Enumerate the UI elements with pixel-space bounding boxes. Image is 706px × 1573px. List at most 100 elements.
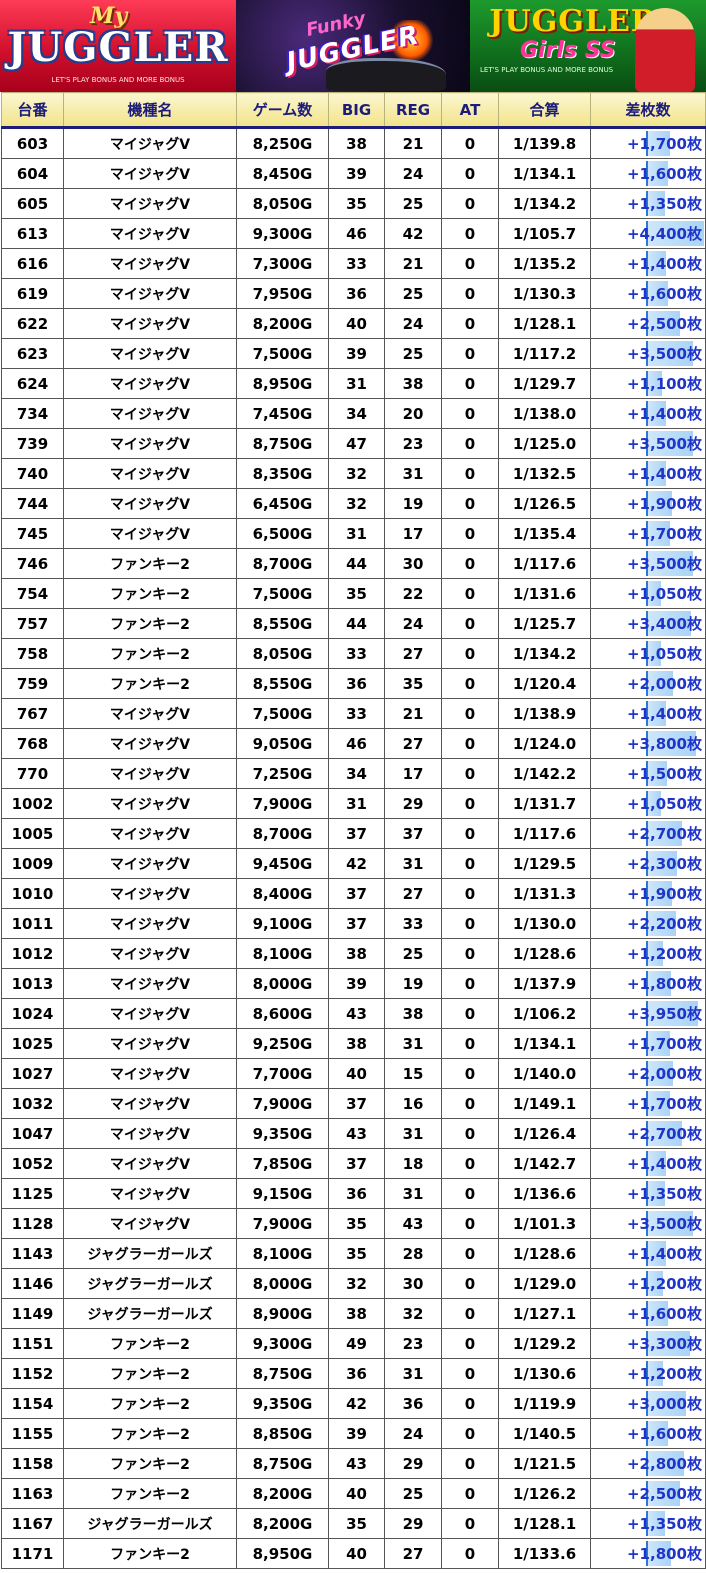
diff-value: +2,700枚 xyxy=(626,1125,702,1143)
cell-at: 0 xyxy=(441,1328,499,1359)
cell-machine-name: ファンキー2 xyxy=(63,1358,237,1389)
cell-total: 1/131.6 xyxy=(498,578,591,609)
cell-reg: 38 xyxy=(384,998,442,1029)
cell-machine-no: 1012 xyxy=(1,938,64,969)
cell-machine-name: ジャグラーガールズ xyxy=(63,1298,237,1329)
cell-games: 9,100G xyxy=(236,908,329,939)
cell-machine-name: ファンキー2 xyxy=(63,1478,237,1509)
cell-games: 8,700G xyxy=(236,818,329,849)
table-row: 622 マイジャグV 8,200G 40 24 0 1/128.1 +2,500枚 xyxy=(1,308,706,339)
cell-total: 1/126.4 xyxy=(498,1118,591,1149)
cell-machine-no: 754 xyxy=(1,578,64,609)
table-row: 1163 ファンキー2 8,200G 40 25 0 1/126.2 +2,500枚 xyxy=(1,1478,706,1509)
cell-reg: 27 xyxy=(384,878,442,909)
cell-total: 1/126.5 xyxy=(498,488,591,519)
cell-big: 40 xyxy=(328,308,385,339)
cell-total: 1/127.1 xyxy=(498,1298,591,1329)
cell-reg: 30 xyxy=(384,548,442,579)
cell-games: 8,000G xyxy=(236,968,329,999)
cell-total: 1/128.1 xyxy=(498,1508,591,1539)
table-row: 767 マイジャグV 7,500G 33 21 0 1/138.9 +1,400枚 xyxy=(1,698,706,729)
cell-machine-name: マイジャグV xyxy=(63,218,237,249)
table-row: 1143 ジャグラーガールズ 8,100G 35 28 0 1/128.6 +1,400枚 xyxy=(1,1238,706,1269)
cell-diff: +1,050枚 xyxy=(590,788,706,819)
cell-diff: +2,200枚 xyxy=(590,908,706,939)
cell-machine-name: マイジャグV xyxy=(63,488,237,519)
table-row: 1155 ファンキー2 8,850G 39 24 0 1/140.5 +1,600枚 xyxy=(1,1418,706,1449)
cell-big: 36 xyxy=(328,1178,385,1209)
cell-at: 0 xyxy=(441,1448,499,1479)
cell-at: 0 xyxy=(441,1388,499,1419)
cell-games: 8,750G xyxy=(236,1448,329,1479)
cell-big: 32 xyxy=(328,458,385,489)
cell-games: 6,450G xyxy=(236,488,329,519)
cell-machine-no: 1158 xyxy=(1,1448,64,1479)
cell-machine-no: 1032 xyxy=(1,1088,64,1119)
cell-at: 0 xyxy=(441,548,499,579)
cell-big: 35 xyxy=(328,188,385,219)
cell-machine-name: マイジャグV xyxy=(63,1058,237,1089)
cell-games: 8,350G xyxy=(236,458,329,489)
cell-machine-name: マイジャグV xyxy=(63,878,237,909)
cell-total: 1/129.0 xyxy=(498,1268,591,1299)
cell-diff: +2,800枚 xyxy=(590,1448,706,1479)
cell-diff: +1,600枚 xyxy=(590,1298,706,1329)
cell-reg: 35 xyxy=(384,668,442,699)
diff-value: +2,500枚 xyxy=(626,315,702,333)
diff-value: +3,500枚 xyxy=(626,555,702,573)
cell-reg: 30 xyxy=(384,1268,442,1299)
cell-big: 44 xyxy=(328,548,385,579)
cell-machine-name: ファンキー2 xyxy=(63,1418,237,1449)
cell-at: 0 xyxy=(441,1478,499,1509)
diff-value: +1,600枚 xyxy=(626,285,702,303)
cell-at: 0 xyxy=(441,1538,499,1569)
cell-machine-no: 1047 xyxy=(1,1118,64,1149)
cell-machine-name: マイジャグV xyxy=(63,398,237,429)
cell-machine-name: マイジャグV xyxy=(63,818,237,849)
cell-machine-no: 1027 xyxy=(1,1058,64,1089)
my-juggler-logo-title: JUGGLER xyxy=(7,24,229,71)
cell-at: 0 xyxy=(441,1208,499,1239)
cell-big: 42 xyxy=(328,1388,385,1419)
cell-games: 6,500G xyxy=(236,518,329,549)
cell-diff: +1,400枚 xyxy=(590,398,706,429)
cell-machine-no: 1167 xyxy=(1,1508,64,1539)
cell-total: 1/117.6 xyxy=(498,818,591,849)
cell-at: 0 xyxy=(441,398,499,429)
diff-value: +1,800枚 xyxy=(626,975,702,993)
diff-value: +1,700枚 xyxy=(626,525,702,543)
cell-diff: +1,400枚 xyxy=(590,1238,706,1269)
cell-games: 9,350G xyxy=(236,1118,329,1149)
cell-machine-name: ジャグラーガールズ xyxy=(63,1238,237,1269)
cell-reg: 23 xyxy=(384,1328,442,1359)
diff-value: +1,600枚 xyxy=(626,1425,702,1443)
cell-games: 8,200G xyxy=(236,308,329,339)
cell-big: 37 xyxy=(328,1088,385,1119)
cell-diff: +3,950枚 xyxy=(590,998,706,1029)
table-row: 1167 ジャグラーガールズ 8,200G 35 29 0 1/128.1 +1,350枚 xyxy=(1,1508,706,1539)
cell-big: 44 xyxy=(328,608,385,639)
diff-value: +3,500枚 xyxy=(626,1215,702,1233)
col-header-machine-no: 台番 xyxy=(1,92,64,129)
cell-games: 8,250G xyxy=(236,127,329,159)
cell-big: 35 xyxy=(328,1238,385,1269)
cell-at: 0 xyxy=(441,578,499,609)
cell-machine-name: マイジャグV xyxy=(63,788,237,819)
cell-total: 1/130.3 xyxy=(498,278,591,309)
cell-diff: +1,800枚 xyxy=(590,1538,706,1569)
cell-diff: +3,500枚 xyxy=(590,1208,706,1239)
table-row: 739 マイジャグV 8,750G 47 23 0 1/125.0 +3,500枚 xyxy=(1,428,706,459)
cell-machine-name: マイジャグV xyxy=(63,908,237,939)
table-row: 768 マイジャグV 9,050G 46 27 0 1/124.0 +3,800枚 xyxy=(1,728,706,759)
cell-machine-no: 1163 xyxy=(1,1478,64,1509)
cell-reg: 31 xyxy=(384,848,442,879)
cell-machine-name: ファンキー2 xyxy=(63,578,237,609)
cell-reg: 22 xyxy=(384,578,442,609)
table-row: 613 マイジャグV 9,300G 46 42 0 1/105.7 +4,400枚 xyxy=(1,218,706,249)
diff-value: +1,050枚 xyxy=(626,795,702,813)
cell-diff: +3,500枚 xyxy=(590,548,706,579)
cell-machine-no: 1052 xyxy=(1,1148,64,1179)
cell-at: 0 xyxy=(441,638,499,669)
cell-at: 0 xyxy=(441,127,499,159)
cell-machine-no: 1146 xyxy=(1,1268,64,1299)
